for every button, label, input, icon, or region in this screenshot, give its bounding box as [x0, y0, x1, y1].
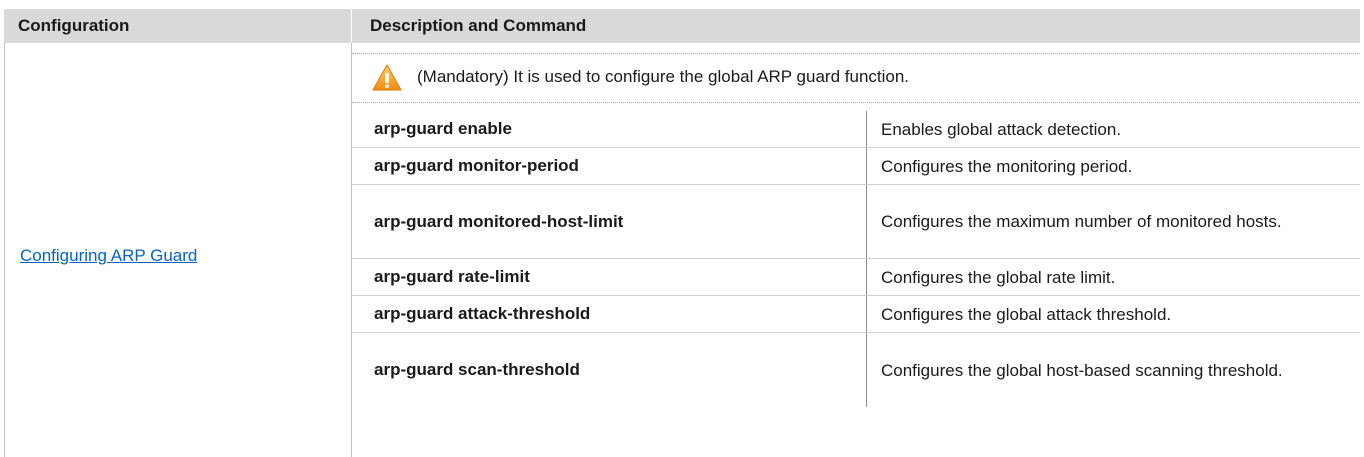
command-cell: arp-guard attack-threshold: [352, 296, 867, 332]
command-list: arp-guard enable Enables global attack d…: [352, 111, 1360, 407]
table-row: arp-guard scan-threshold Configures the …: [352, 333, 1360, 407]
table-header: Configuration Description and Command: [4, 9, 1360, 43]
mandatory-note: (Mandatory) It is used to configure the …: [352, 53, 1360, 103]
description-cell: Configures the global host-based scannin…: [881, 360, 1283, 380]
warning-icon: [372, 64, 402, 91]
description-cell: Configures the maximum number of monitor…: [881, 212, 1282, 231]
configuring-arp-guard-link[interactable]: Configuring ARP Guard: [20, 246, 197, 266]
command-cell: arp-guard monitored-host-limit: [352, 185, 867, 258]
note-text: (Mandatory) It is used to configure the …: [417, 67, 910, 86]
header-configuration: Configuration: [4, 9, 352, 43]
command-cell: arp-guard enable: [352, 111, 867, 147]
description-cell: Configures the global rate limit.: [881, 267, 1116, 287]
description-cell: Enables global attack detection.: [881, 119, 1122, 139]
table-row: arp-guard monitored-host-limit Configure…: [352, 185, 1360, 259]
table-row: arp-guard monitor-period Configures the …: [352, 148, 1360, 185]
table-row: arp-guard rate-limit Configures the glob…: [352, 259, 1360, 296]
table-row: arp-guard attack-threshold Configures th…: [352, 296, 1360, 333]
table-row: arp-guard enable Enables global attack d…: [352, 111, 1360, 148]
configuration-cell: Configuring ARP Guard: [4, 43, 352, 457]
command-cell: arp-guard monitor-period: [352, 148, 867, 184]
config-table: Configuration Description and Command Co…: [4, 0, 1360, 457]
header-description-command: Description and Command: [370, 16, 587, 35]
command-cell: arp-guard scan-threshold: [352, 333, 867, 407]
description-cell: Configures the monitoring period.: [881, 156, 1133, 176]
description-cell: Configures the global attack threshold.: [881, 304, 1172, 324]
command-cell: arp-guard rate-limit: [352, 259, 867, 295]
